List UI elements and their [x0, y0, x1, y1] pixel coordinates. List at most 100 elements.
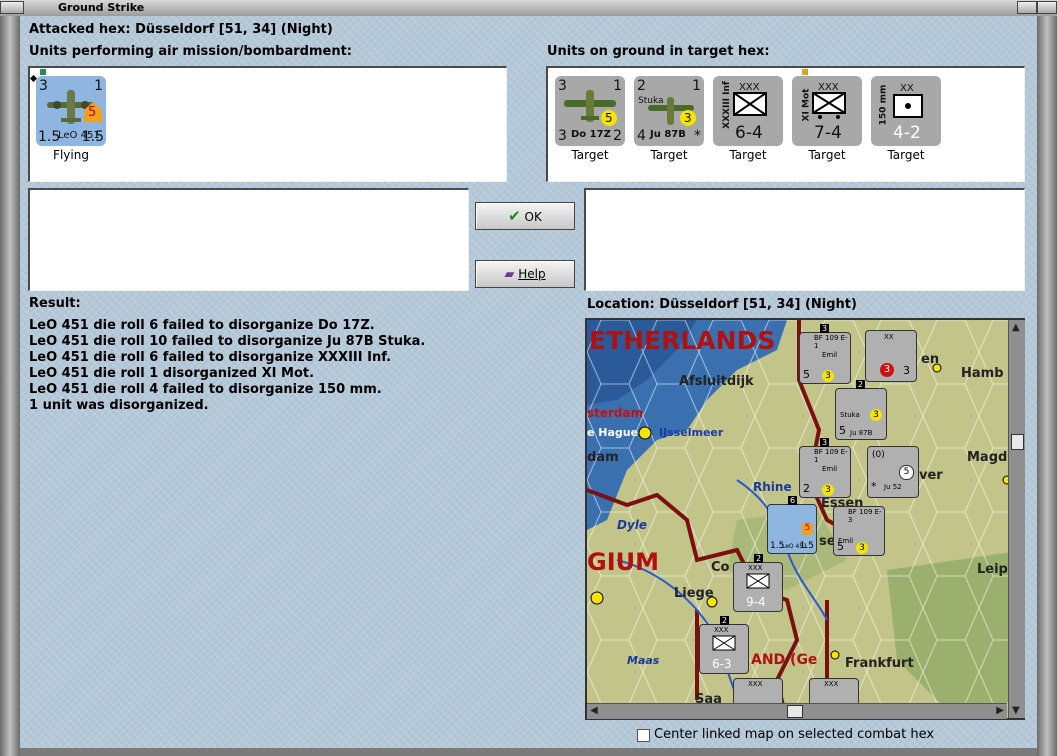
counter-bottom-left: 5: [839, 424, 846, 437]
map-counter-bf109-c[interactable]: BF 109 E-3 Emil 5 3: [833, 506, 885, 556]
ground-strike-dialog: Attacked hex: Düsseldorf [51, 34] (Night…: [20, 16, 1037, 748]
help-button[interactable]: ▰ Help: [475, 260, 575, 288]
ok-button[interactable]: ✔ OK: [475, 202, 575, 230]
counter-bottom-left: 4: [637, 128, 646, 144]
map-counter-xxx-94[interactable]: XXX 9-4 2: [733, 554, 783, 612]
unit-status-label: Target: [650, 148, 688, 162]
counter-type: BF 109 E-3: [848, 508, 882, 524]
map-vertical-scrollbar[interactable]: ▲ ▼: [1008, 320, 1025, 718]
ground-unit-ju87b[interactable]: 2 1 Stuka 3 4 Ju 87B * Target: [634, 76, 704, 162]
ground-unit-150mm[interactable]: XX 150 mm 4-2 Target: [871, 76, 941, 162]
unit-status-label: Target: [808, 148, 846, 162]
map-counter-bf109-a[interactable]: BF 109 E-1 Emil 5 3 3: [799, 324, 851, 384]
map-label-maas: Maas: [627, 654, 660, 667]
unit-counter[interactable]: 2 1 Stuka 3 4 Ju 87B *: [634, 76, 704, 146]
map-label-ijsselmeer: IJsselmeer: [659, 426, 724, 439]
unit-counter[interactable]: XXX XI Mot 7-4: [792, 76, 862, 146]
unit-counter[interactable]: 3 1 5 3 Do 17Z 2: [555, 76, 625, 146]
scroll-up-arrow-icon[interactable]: ▲: [1012, 322, 1020, 333]
counter-type: BF 109 E-1: [814, 334, 848, 350]
attacked-hex-label: Attacked hex: Düsseldorf [51, 34] (Night…: [29, 22, 333, 37]
nationality-flag-icon: [802, 69, 808, 75]
map-label-leip: Leip: [977, 562, 1008, 577]
map-label-hague: e Hague: [587, 426, 639, 439]
window-menu-button[interactable]: [0, 1, 24, 14]
ground-unit-xi-mot[interactable]: XXX XI Mot 7-4 Target: [792, 76, 862, 162]
counter-value: 9-4: [746, 595, 766, 609]
help-button-label: Help: [518, 267, 546, 281]
result-line: LeO 451 die roll 6 failed to disorganize…: [29, 318, 375, 333]
map-label-dam: dam: [587, 450, 619, 465]
counter-type: BF 109 E-1: [814, 448, 848, 464]
motorized-infantry-symbol-icon: [812, 92, 846, 119]
counter-unit-name: Do 17Z: [571, 129, 611, 140]
counter-badge: 5: [802, 523, 813, 535]
counter-bottom-right: 1.5: [81, 129, 104, 145]
counter-type: XXX: [748, 680, 763, 688]
unit-status-label: Flying: [53, 148, 89, 162]
stack-count: 2: [856, 380, 866, 389]
map-label-rhine: Rhine: [753, 480, 792, 494]
unit-counter[interactable]: XX 150 mm 4-2: [871, 76, 941, 146]
infantry-symbol-icon: [746, 573, 770, 589]
unit-counter[interactable]: XXX XXXIII Inf 6-4: [713, 76, 783, 146]
air-details-panel: [28, 188, 469, 291]
unit-status-label: Target: [571, 148, 609, 162]
window-titlebar[interactable]: Ground Strike: [0, 0, 1057, 17]
map-label-belgium: GIUM: [587, 548, 659, 576]
window-title: Ground Strike: [58, 1, 145, 14]
center-linked-map-label[interactable]: Center linked map on selected combat hex: [654, 727, 934, 742]
stack-count: 3: [820, 438, 830, 447]
counter-sub: Ju 52: [884, 483, 902, 491]
counter-badge: 3: [822, 484, 834, 496]
counter-bottom-left: 3: [558, 128, 567, 144]
counter-badge: 3: [880, 363, 894, 377]
stack-count: 3: [820, 324, 830, 333]
result-line: LeO 451 die roll 10 failed to disorganiz…: [29, 334, 426, 349]
map-counter-stuka[interactable]: Stuka Ju 87B 5 3 2: [835, 380, 887, 440]
vertical-scroll-thumb[interactable]: [1011, 434, 1024, 450]
map-counter-xxx-63[interactable]: XXX 6-3 2: [699, 616, 749, 674]
air-unit-leo451[interactable]: 3 1 5 1.5 LeO 451 1.5 Flying: [36, 76, 106, 162]
stack-count: 6: [788, 496, 798, 505]
scroll-right-arrow-icon[interactable]: ▶: [996, 705, 1004, 716]
counter-bottom-left: 5: [837, 540, 844, 553]
result-line: LeO 451 die roll 4 failed to disorganize…: [29, 382, 382, 397]
map-label-land: AND (Ge: [751, 652, 818, 668]
ground-unit-do17z[interactable]: 3 1 5 3 Do 17Z 2 Target: [555, 76, 625, 162]
unit-status-label: Target: [729, 148, 767, 162]
map-counter-aa-stack[interactable]: XX 3 3: [865, 330, 917, 382]
air-units-panel: 3 1 5 1.5 LeO 451 1.5 Flying: [28, 66, 507, 182]
center-linked-map-checkbox[interactable]: [637, 729, 650, 742]
counter-bottom-left: 2: [803, 482, 810, 495]
map-label-afsluitdijk: Afsluitdijk: [679, 374, 754, 389]
counter-badge: 5: [899, 465, 914, 480]
result-line: 1 unit was disorganized.: [29, 398, 209, 413]
ground-unit-xxxiii-inf[interactable]: XXX XXXIII Inf 6-4 Target: [713, 76, 783, 162]
counter-type: XX: [884, 333, 894, 341]
counter-sub: Emil: [822, 351, 838, 359]
unit-combat-value: 4-2: [893, 123, 921, 143]
counter-type: XXX: [714, 626, 729, 634]
counter-top-left: 2: [637, 78, 646, 94]
counter-unit-name: Ju 87B: [650, 129, 686, 140]
linked-map-view[interactable]: ETHERLANDS Afsluitdijk sterdam e Hague I…: [585, 318, 1025, 720]
air-units-label: Units performing air mission/bombardment…: [29, 44, 353, 59]
minimize-button[interactable]: [1017, 1, 1037, 14]
map-label-en: en: [921, 352, 940, 367]
infantry-symbol-icon: [733, 92, 767, 116]
checkmark-icon: ✔: [508, 207, 521, 225]
unit-counter[interactable]: 3 1 5 1.5 LeO 451 1.5: [36, 76, 106, 146]
scroll-down-arrow-icon[interactable]: ▼: [1012, 705, 1020, 716]
map-horizontal-scrollbar[interactable]: ◀ ▶: [587, 703, 1007, 719]
map-counter-leo451[interactable]: 1.5 LeO 451 1.5 5 6: [767, 496, 817, 554]
map-counter-bf109-b[interactable]: BF 109 E-1 Emil 2 3 3: [799, 438, 851, 498]
scroll-left-arrow-icon[interactable]: ◀: [590, 705, 598, 716]
horizontal-scroll-thumb[interactable]: [787, 705, 803, 718]
map-counter-ju52[interactable]: (0) Ju 52 * 5: [867, 446, 919, 498]
unit-combat-value: 7-4: [814, 123, 842, 143]
strength-badge-icon: 5: [601, 110, 617, 126]
strength-badge-value: 3: [684, 111, 692, 125]
counter-type: XXX: [824, 680, 839, 688]
maximize-button[interactable]: [1037, 1, 1057, 14]
